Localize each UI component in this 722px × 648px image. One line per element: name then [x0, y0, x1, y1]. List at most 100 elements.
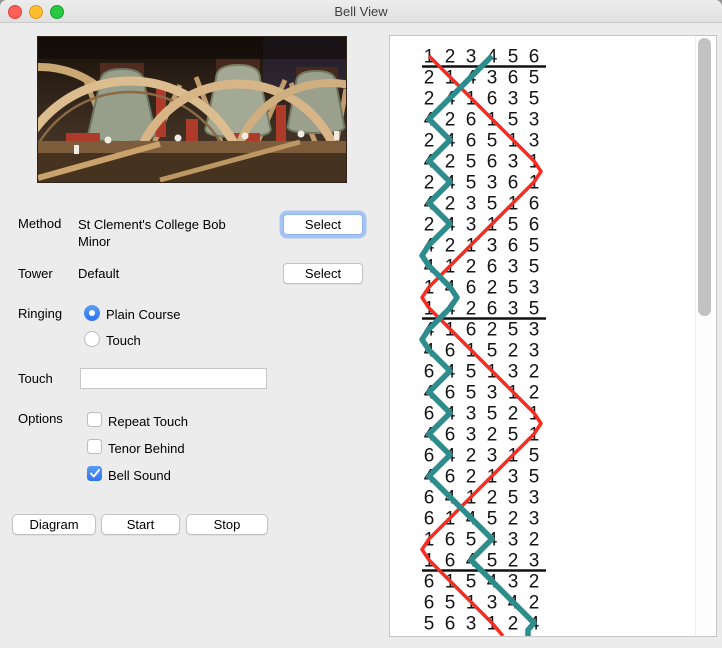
svg-text:5: 5 [508, 215, 519, 236]
svg-text:2: 2 [529, 362, 540, 383]
svg-text:2: 2 [445, 47, 456, 68]
svg-text:6: 6 [445, 341, 456, 362]
svg-text:6: 6 [424, 362, 435, 383]
radio-touch[interactable] [84, 331, 100, 347]
svg-text:5: 5 [529, 467, 540, 488]
svg-text:5: 5 [487, 131, 498, 152]
svg-text:3: 3 [466, 425, 477, 446]
svg-text:2: 2 [529, 530, 540, 551]
svg-text:6: 6 [529, 194, 540, 215]
method-grid-panel: 1234562143652416354261532465134256312453… [389, 35, 717, 637]
svg-text:6: 6 [487, 299, 498, 320]
checkbox-bell-sound-label[interactable]: Bell Sound [108, 468, 171, 483]
svg-text:6: 6 [445, 383, 456, 404]
method-grid: 1234562143652416354261532465134256312453… [390, 36, 695, 636]
svg-text:5: 5 [466, 572, 477, 593]
svg-text:2: 2 [508, 341, 519, 362]
check-icon [90, 469, 100, 478]
svg-text:3: 3 [529, 551, 540, 572]
touch-input[interactable] [80, 368, 267, 389]
svg-text:6: 6 [424, 488, 435, 509]
checkbox-repeat-touch-label[interactable]: Repeat Touch [108, 414, 188, 429]
svg-text:6: 6 [445, 467, 456, 488]
svg-text:6: 6 [508, 68, 519, 89]
scrollbar-track[interactable] [695, 36, 713, 636]
svg-text:5: 5 [508, 278, 519, 299]
window-title: Bell View [0, 4, 722, 19]
svg-text:6: 6 [424, 404, 435, 425]
checkbox-repeat-touch[interactable] [87, 412, 102, 427]
svg-text:5: 5 [466, 530, 477, 551]
radio-touch-label[interactable]: Touch [106, 333, 141, 348]
method-select-button[interactable]: Select [283, 214, 363, 235]
tower-select-button[interactable]: Select [283, 263, 363, 284]
svg-text:3: 3 [508, 467, 519, 488]
scrollbar-thumb[interactable] [698, 38, 711, 316]
svg-text:5: 5 [529, 89, 540, 110]
start-button[interactable]: Start [101, 514, 180, 535]
svg-text:3: 3 [508, 572, 519, 593]
svg-text:5: 5 [445, 593, 456, 614]
svg-text:3: 3 [508, 257, 519, 278]
tower-label: Tower [18, 266, 53, 281]
svg-text:6: 6 [487, 89, 498, 110]
svg-text:6: 6 [424, 446, 435, 467]
svg-text:2: 2 [424, 89, 435, 110]
svg-text:3: 3 [529, 278, 540, 299]
svg-text:5: 5 [487, 194, 498, 215]
svg-text:3: 3 [508, 299, 519, 320]
svg-text:5: 5 [466, 173, 477, 194]
svg-text:6: 6 [424, 593, 435, 614]
checkbox-tenor-behind[interactable] [87, 439, 102, 454]
ringing-label: Ringing [18, 306, 62, 321]
svg-text:5: 5 [487, 341, 498, 362]
svg-text:3: 3 [529, 131, 540, 152]
svg-text:6: 6 [529, 47, 540, 68]
checkbox-tenor-behind-label[interactable]: Tenor Behind [108, 441, 185, 456]
svg-text:5: 5 [508, 488, 519, 509]
method-value: St Clement's College Bob Minor [78, 216, 260, 250]
svg-text:2: 2 [508, 404, 519, 425]
svg-text:6: 6 [424, 572, 435, 593]
svg-text:5: 5 [424, 614, 435, 635]
title-bar[interactable]: Bell View [0, 0, 722, 23]
svg-text:3: 3 [487, 68, 498, 89]
checkbox-bell-sound[interactable] [87, 466, 102, 481]
svg-text:6: 6 [466, 320, 477, 341]
svg-text:5: 5 [466, 152, 477, 173]
touch-label: Touch [18, 371, 53, 386]
bell-view-window: Bell View [0, 0, 722, 648]
svg-text:3: 3 [466, 194, 477, 215]
stop-button[interactable]: Stop [186, 514, 268, 535]
svg-text:2: 2 [487, 425, 498, 446]
svg-text:3: 3 [508, 152, 519, 173]
diagram-button[interactable]: Diagram [12, 514, 96, 535]
svg-text:6: 6 [445, 530, 456, 551]
svg-text:2: 2 [529, 383, 540, 404]
svg-text:6: 6 [424, 509, 435, 530]
svg-text:3: 3 [529, 509, 540, 530]
svg-text:2: 2 [424, 173, 435, 194]
svg-text:6: 6 [466, 110, 477, 131]
svg-text:6: 6 [487, 152, 498, 173]
svg-text:2: 2 [445, 194, 456, 215]
svg-text:2: 2 [445, 152, 456, 173]
svg-text:5: 5 [529, 68, 540, 89]
svg-text:6: 6 [466, 131, 477, 152]
radio-plain-course[interactable] [84, 305, 100, 321]
svg-text:3: 3 [487, 383, 498, 404]
svg-text:5: 5 [487, 404, 498, 425]
svg-text:5: 5 [529, 257, 540, 278]
svg-text:3: 3 [508, 362, 519, 383]
svg-text:6: 6 [466, 278, 477, 299]
svg-text:3: 3 [487, 593, 498, 614]
svg-text:2: 2 [424, 215, 435, 236]
svg-text:3: 3 [508, 530, 519, 551]
svg-text:5: 5 [529, 446, 540, 467]
radio-plain-course-label[interactable]: Plain Course [106, 307, 180, 322]
svg-text:2: 2 [487, 488, 498, 509]
svg-text:3: 3 [508, 89, 519, 110]
svg-text:5: 5 [508, 110, 519, 131]
svg-text:3: 3 [529, 110, 540, 131]
svg-text:3: 3 [529, 341, 540, 362]
